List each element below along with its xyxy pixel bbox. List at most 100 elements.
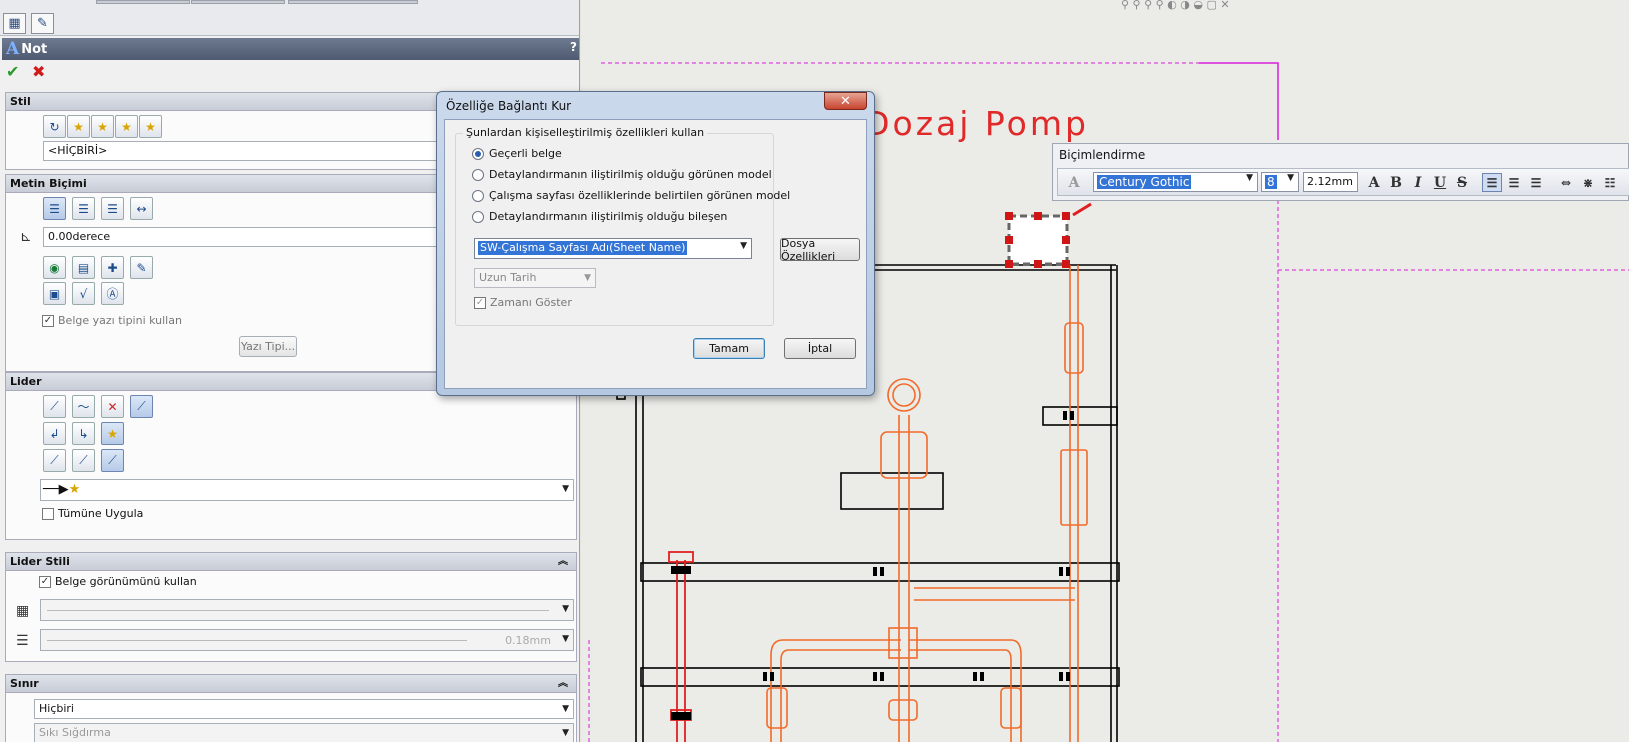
align-left-icon[interactable]: ☰ [1482, 173, 1502, 192]
load-style-button[interactable]: ★ [139, 115, 162, 138]
chevron-down-icon: ▼ [562, 634, 569, 644]
align-center-button[interactable]: ☰ [72, 197, 95, 220]
ok-button[interactable]: Tamam [693, 338, 765, 359]
compress-icon[interactable]: ⋇ [1578, 173, 1598, 192]
help-icon[interactable]: ? [570, 40, 577, 54]
leader-top-button[interactable]: ⟋ [43, 449, 66, 472]
dialog-close-button[interactable]: ✕ [824, 92, 867, 110]
text-format-title: Metin Biçimi [10, 177, 87, 190]
radio-icon [472, 168, 484, 181]
chevron-down-icon: ▼ [562, 704, 569, 714]
checkmark-icon: ✓ [474, 296, 486, 309]
surface-finish-button[interactable]: √ [72, 282, 95, 305]
align-left-button[interactable]: ☰ [43, 197, 66, 220]
line-style-preview [47, 610, 549, 611]
list-icon[interactable]: ☷ [1600, 173, 1620, 192]
formatting-toolbar: Biçimlendirme A Century Gothic ▼ 8 ▼ 2.12m… [1052, 143, 1629, 201]
checkbox-box [42, 507, 54, 520]
strikethrough-button[interactable]: S [1452, 173, 1472, 192]
line-style-icon: ▦ [16, 603, 30, 619]
align-right-icon[interactable]: ☰ [1526, 173, 1546, 192]
chevron-down-icon: ▼ [584, 273, 591, 283]
configuration-tab[interactable]: ✎ [31, 13, 54, 34]
cancel-button[interactable]: ✖ [32, 62, 45, 81]
align-right-button[interactable]: ☰ [101, 197, 124, 220]
leader-group: Lider︽ ⟋ 〜 ✕ ⟋ ↲ ↳ ★ ⟋ ⟋ ⟋ ──▶★ ▼ Tümüne… [5, 372, 577, 540]
leader-nearest-button[interactable]: ★ [101, 422, 124, 445]
font-height-input[interactable]: 2.12mm [1303, 172, 1358, 192]
apply-all-checkbox[interactable]: Tümüne Uygula [42, 507, 143, 520]
link-property-dialog: Özelliğe Bağlantı Kur ✕ Şunlardan kişise… [436, 91, 875, 396]
line-style-select[interactable]: ▼ [40, 599, 574, 621]
checkmark-icon: ✓ [39, 575, 51, 588]
leader-bent-button[interactable]: 〜 [72, 395, 95, 418]
font-select[interactable]: Century Gothic ▼ [1093, 172, 1258, 192]
justify-button[interactable]: ↔ [130, 197, 153, 220]
auto-leader-button[interactable]: ⟋ [130, 395, 153, 418]
file-properties-button[interactable]: Dosya Özellikleri [780, 237, 860, 263]
thickness-value: 0.18mm [505, 634, 551, 647]
formatting-title: Biçimlendirme [1059, 148, 1146, 162]
source-group-label: Şunlardan kişiselleştirilmiş özellikleri… [463, 126, 708, 139]
leader-style-header[interactable]: Lider Stili ︽ [6, 553, 576, 571]
property-manager-tab[interactable]: ▦ [3, 13, 26, 34]
link-property-button[interactable]: ▤ [72, 256, 95, 279]
lock-note-button[interactable]: ✎ [130, 256, 153, 279]
delete-style-button[interactable]: ★ [91, 115, 114, 138]
gtol-button[interactable]: Ⓐ [101, 282, 124, 305]
underline-button[interactable]: U [1430, 173, 1450, 192]
leader-left-button[interactable]: ↲ [43, 422, 66, 445]
leader-bottom-button[interactable]: ⟋ [72, 449, 95, 472]
style-icon[interactable]: A [1064, 173, 1084, 192]
top-tab-fragment [191, 0, 285, 4]
leader-style-group: Lider Stili ︽ ✓ Belge görünümünü kullan ▦ … [5, 552, 577, 662]
line-thickness-icon: ☰ [16, 633, 29, 649]
show-time-checkbox[interactable]: ✓ Zamanı Göster [474, 296, 572, 309]
align-center-icon[interactable]: ☰ [1504, 173, 1524, 192]
pm-title-text: Not [21, 41, 48, 57]
line-thickness-select[interactable]: 0.18mm ▼ [40, 629, 574, 651]
spacing-icon[interactable]: ⇔ [1556, 173, 1576, 192]
border-fit-select[interactable]: Sıkı Sığdırma ▼ [34, 723, 574, 742]
add-style-button[interactable]: ★ [67, 115, 90, 138]
use-doc-display-checkbox[interactable]: ✓ Belge görünümünü kullan [39, 575, 197, 588]
radio-attached-view-model[interactable]: Detaylandırmanın iliştirilmiş olduğu gör… [472, 168, 772, 181]
no-leader-button[interactable]: ✕ [101, 395, 124, 418]
leader-style-title: Lider Stili [10, 555, 70, 568]
leader-right-button[interactable]: ↳ [72, 422, 95, 445]
pm-title-bar: A Not ? [2, 38, 579, 60]
chevron-down-icon: ▼ [562, 484, 569, 494]
collapse-icon[interactable]: ︽ [558, 675, 568, 693]
italic-button[interactable]: I [1408, 173, 1428, 192]
border-style-select[interactable]: Hiçbiri ▼ [34, 699, 574, 719]
radio-current-document[interactable]: Geçerli belge [472, 147, 562, 160]
chevron-down-icon: ▼ [1246, 173, 1253, 183]
date-format-select[interactable]: Uzun Tarih ▼ [474, 268, 596, 288]
property-name-select[interactable]: SW-Çalışma Sayfası Adı(Sheet Name) ▼ [474, 238, 752, 259]
radio-icon [472, 189, 484, 202]
bold-button[interactable]: B [1386, 173, 1406, 192]
hyperlink-button[interactable]: ◉ [43, 256, 66, 279]
font-button[interactable]: Yazı Tipi... [239, 336, 297, 357]
datum-button[interactable]: ▣ [43, 282, 66, 305]
radio-sheet-view-model[interactable]: Çalışma sayfası özelliklerinde belirtile… [472, 189, 790, 202]
arrow-style-select[interactable]: ──▶★ ▼ [40, 479, 574, 501]
add-symbol-button[interactable]: ✚ [101, 256, 124, 279]
leader-straight-button[interactable]: ⟋ [43, 395, 66, 418]
pm-tab-strip: ▦ ✎ [0, 0, 579, 36]
dialog-body: Şunlardan kişiselleştirilmiş özellikleri… [444, 119, 867, 389]
ok-button[interactable]: ✔ [6, 62, 19, 81]
checkmark-icon: ✓ [42, 314, 54, 327]
font-color-icon[interactable]: A [1364, 173, 1384, 192]
border-group: Sınır ︽ Hiçbiri ▼ Sıkı Sığdırma ▼ [5, 674, 577, 742]
border-header[interactable]: Sınır ︽ [6, 675, 576, 693]
save-style-button[interactable]: ★ [115, 115, 138, 138]
apply-style-button[interactable]: ↻ [43, 115, 66, 138]
use-doc-font-checkbox[interactable]: ✓ Belge yazı tipini kullan [42, 314, 182, 327]
collapse-icon[interactable]: ︽ [558, 553, 568, 571]
leader-multi-button[interactable]: ⟋ [101, 449, 124, 472]
radio-attached-component[interactable]: Detaylandırmanın iliştirilmiş olduğu bil… [472, 210, 727, 223]
font-size-select[interactable]: 8 ▼ [1261, 172, 1299, 192]
line-thickness-preview [47, 640, 467, 641]
cancel-button[interactable]: İptal [784, 338, 856, 359]
